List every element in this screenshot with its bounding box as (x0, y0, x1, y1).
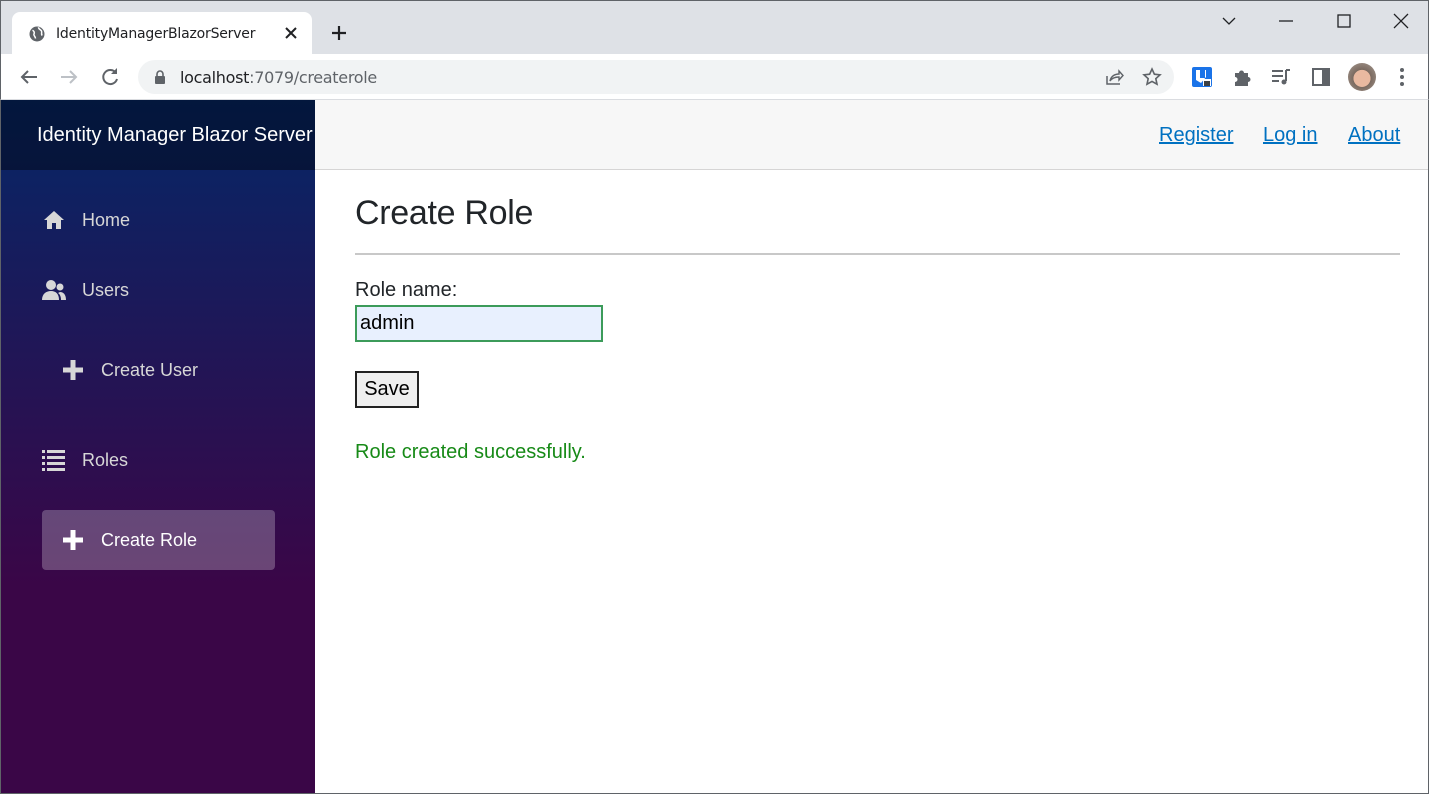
bookmark-star-icon[interactable] (1142, 67, 1162, 87)
lock-icon[interactable] (152, 69, 168, 85)
reload-icon[interactable] (98, 65, 122, 89)
browser-tabstrip: IdentityManagerBlazorServer (0, 0, 1429, 55)
home-icon (42, 208, 66, 232)
minimize-icon[interactable] (1274, 9, 1298, 33)
profile-avatar[interactable] (1348, 63, 1376, 91)
menu-kebab-icon[interactable] (1391, 66, 1413, 88)
back-icon[interactable] (17, 65, 41, 89)
media-queue-icon[interactable] (1270, 66, 1292, 88)
forward-icon[interactable] (57, 65, 81, 89)
plus-icon (61, 528, 85, 552)
users-icon (42, 278, 66, 302)
tab-search-icon[interactable] (1217, 9, 1241, 33)
sidebar-item-home[interactable]: Home (42, 190, 275, 250)
login-link[interactable]: Log in (1263, 124, 1318, 147)
role-name-label: Role name: (355, 279, 458, 301)
status-message: Role created successfully. (355, 441, 586, 463)
maximize-icon[interactable] (1332, 9, 1356, 33)
tab-title: IdentityManagerBlazorServer (56, 25, 256, 42)
extension-password-icon[interactable] (1191, 66, 1213, 88)
sidebar-item-label: Home (82, 209, 131, 230)
page-title: Create Role (355, 194, 534, 232)
extensions-puzzle-icon[interactable] (1231, 66, 1253, 88)
sidebar-item-label: Users (82, 279, 130, 300)
about-link[interactable]: About (1348, 124, 1400, 147)
brand-bar: Identity Manager Blazor Server (1, 100, 315, 170)
globe-icon (29, 26, 45, 41)
register-link[interactable]: Register (1159, 124, 1233, 147)
sidebar-item-roles[interactable]: Roles (42, 430, 275, 490)
plus-icon (61, 358, 85, 382)
share-icon[interactable] (1104, 67, 1124, 87)
top-row: Register Log in About (315, 100, 1428, 170)
sidebar-item-create-user[interactable]: Create User (42, 340, 275, 400)
sidebar-item-create-role[interactable]: Create Role (42, 510, 275, 570)
sidebar: Identity Manager Blazor Server Home User… (1, 100, 315, 793)
window-close-icon[interactable] (1389, 9, 1413, 33)
sidebar-item-label: Create Role (101, 529, 198, 550)
sidebar-item-label: Create User (101, 359, 199, 380)
new-tab-icon[interactable] (327, 21, 351, 45)
list-icon (42, 448, 66, 472)
address-bar[interactable]: localhost:7079/createrole (138, 60, 1174, 94)
sidebar-item-users[interactable]: Users (42, 260, 275, 320)
save-button[interactable]: Save (355, 371, 419, 408)
url-path: :7079/createrole (249, 68, 377, 87)
close-icon[interactable] (282, 24, 300, 42)
app-root: Identity Manager Blazor Server Home User… (0, 100, 1429, 794)
url-host: localhost (180, 68, 250, 87)
browser-tab[interactable]: IdentityManagerBlazorServer (12, 12, 312, 55)
brand-title[interactable]: Identity Manager Blazor Server (37, 124, 313, 147)
role-name-input[interactable] (355, 305, 603, 342)
divider (355, 253, 1400, 255)
url-text[interactable]: localhost:7079/createrole (180, 68, 377, 87)
sidebar-item-label: Roles (82, 449, 129, 470)
side-panel-icon[interactable] (1310, 66, 1332, 88)
browser-toolbar: localhost:7079/createrole (0, 54, 1429, 100)
